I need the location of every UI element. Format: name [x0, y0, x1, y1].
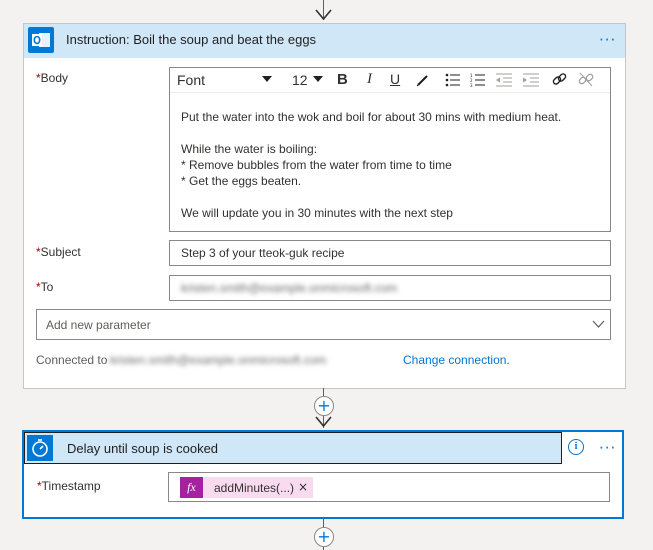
to-label: *To	[36, 280, 54, 294]
change-connection-link[interactable]: Change connection.	[403, 353, 510, 367]
connected-account: kristen.smith@example.onmicrosoft.com	[110, 353, 327, 367]
link-icon[interactable]	[552, 72, 567, 87]
chevron-down-icon[interactable]	[313, 76, 323, 83]
chevron-down-icon	[592, 320, 605, 328]
pen-icon[interactable]	[416, 73, 430, 87]
action-title: Delay until soup is cooked	[67, 441, 219, 456]
to-field[interactable]: kristen.smith@example.onmicrosoft.com	[169, 275, 611, 301]
remove-token-icon[interactable]: ×	[298, 480, 308, 494]
body-line: ​	[181, 189, 601, 205]
action-header[interactable]: Instruction: Boil the soup and beat the …	[24, 24, 625, 58]
action-header[interactable]: Delay until soup is cooked	[24, 432, 562, 464]
function-icon: fx	[180, 477, 203, 498]
delay-until-action-card: Delay until soup is cooked i ··· *Timest…	[22, 430, 624, 519]
to-value: kristen.smith@example.onmicrosoft.com	[181, 281, 398, 295]
body-line: We will update you in 30 minutes with th…	[181, 206, 453, 220]
action-title: Instruction: Boil the soup and beat the …	[66, 32, 317, 47]
timestamp-field[interactable]: fx addMinutes(...) ×	[168, 472, 610, 502]
svg-text:3: 3	[470, 83, 473, 87]
increase-indent-icon[interactable]	[523, 73, 539, 87]
subject-value: Step 3 of your tteok-guk recipe	[181, 246, 345, 260]
add-parameter-placeholder: Add new parameter	[46, 318, 151, 332]
subject-label: *Subject	[36, 245, 81, 259]
body-line: * Get the eggs beaten.	[181, 174, 302, 188]
add-parameter-dropdown[interactable]: Add new parameter	[36, 309, 611, 340]
expression-token[interactable]: fx addMinutes(...) ×	[180, 477, 313, 498]
info-icon[interactable]: i	[568, 439, 584, 455]
timer-icon	[27, 435, 53, 461]
editor-toolbar: Font 12 B I U 1 2 3	[170, 68, 610, 93]
font-family-select[interactable]: Font	[177, 72, 205, 88]
body-line: While the water is boiling:	[181, 142, 318, 156]
decrease-indent-icon[interactable]	[496, 73, 512, 87]
font-size-select[interactable]: 12	[292, 72, 308, 88]
bold-button[interactable]: B	[337, 71, 348, 88]
connector-arrow-top	[315, 9, 332, 21]
expression-token-label: addMinutes(...)	[214, 481, 295, 495]
unlink-icon[interactable]	[578, 72, 594, 87]
body-label: *Body	[36, 71, 69, 85]
more-options-icon[interactable]: ···	[599, 31, 616, 49]
insert-step-button[interactable]: +	[314, 527, 334, 547]
body-line: ​	[181, 125, 601, 141]
connector-arrow	[315, 416, 332, 428]
bullet-list-icon[interactable]	[445, 73, 460, 87]
connected-to-label: Connected to	[36, 353, 108, 367]
insert-step-button[interactable]: +	[314, 396, 334, 416]
numbered-list-icon[interactable]: 1 2 3	[470, 73, 485, 87]
body-editor[interactable]: Font 12 B I U 1 2 3 Put the water into t…	[169, 67, 611, 232]
more-options-icon[interactable]: ···	[599, 439, 616, 457]
underline-button[interactable]: U	[390, 71, 400, 87]
subject-field[interactable]: Step 3 of your tteok-guk recipe	[169, 240, 611, 266]
italic-button[interactable]: I	[367, 71, 372, 88]
timestamp-label: *Timestamp	[37, 479, 101, 493]
editor-content[interactable]: Put the water into the wok and boil for …	[181, 109, 601, 221]
send-email-action-card: Instruction: Boil the soup and beat the …	[23, 23, 626, 389]
body-line: * Remove bubbles from the water from tim…	[181, 158, 452, 172]
outlook-icon	[28, 27, 54, 53]
body-line: Put the water into the wok and boil for …	[181, 110, 562, 124]
chevron-down-icon[interactable]	[262, 76, 272, 83]
